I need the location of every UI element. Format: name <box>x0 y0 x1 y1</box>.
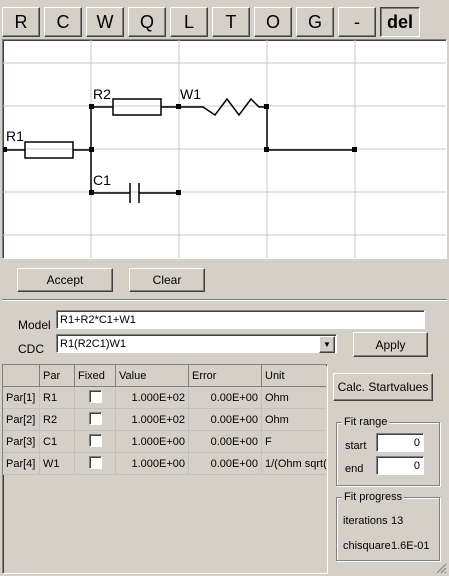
model-label: Model <box>18 318 51 332</box>
add-t-element-button[interactable]: T <box>212 7 250 37</box>
row-par: R2 <box>39 408 75 431</box>
resize-grip-icon[interactable] <box>435 562 447 574</box>
table-header: Par Fixed Value Error Unit <box>3 365 326 387</box>
table-row[interactable]: Par[2] R2 1.000E+02 0.00E+00 Ohm <box>3 408 326 431</box>
row-error: 0.00E+00 <box>188 408 262 431</box>
cdc-dropdown-arrow[interactable]: ▼ <box>319 336 335 353</box>
model-input[interactable]: R1+R2*C1+W1 <box>56 310 425 329</box>
row-value[interactable]: 1.000E+02 <box>115 408 189 431</box>
calc-startvalues-button[interactable]: Calc. Startvalues <box>333 373 433 401</box>
row-unit: F <box>261 430 326 453</box>
r2-label: R2 <box>93 86 111 102</box>
cdc-select[interactable]: R1(R2C1)W1 <box>56 334 337 353</box>
row-id: Par[4] <box>3 452 40 475</box>
fit-range-title: Fit range <box>342 416 390 428</box>
table-row[interactable]: Par[3] C1 1.000E+00 0.00E+00 F <box>3 430 326 453</box>
header-unit: Unit <box>261 365 326 387</box>
row-error: 0.00E+00 <box>188 430 262 453</box>
fixed-checkbox-cell <box>74 452 116 475</box>
resistor-r2-symbol <box>112 98 162 116</box>
w1-label: W1 <box>180 86 201 102</box>
row-error: 0.00E+00 <box>188 452 262 475</box>
apply-button[interactable]: Apply <box>353 332 428 357</box>
iterations-value: 13 <box>391 515 404 527</box>
row-value[interactable]: 1.000E+02 <box>115 386 189 409</box>
add-cpe-button[interactable]: Q <box>128 7 166 37</box>
r1-label: R1 <box>6 128 24 144</box>
canvas-grid <box>3 40 446 258</box>
add-warburg-button[interactable]: W <box>86 7 124 37</box>
accept-button[interactable]: Accept <box>17 268 113 292</box>
row-error: 0.00E+00 <box>188 386 262 409</box>
fit-range-group <box>336 422 440 486</box>
c1-label: C1 <box>93 172 111 188</box>
row-value[interactable]: 1.000E+00 <box>115 452 189 475</box>
chisquare-label: chisquare <box>343 540 391 552</box>
cdc-select-value: R1(R2C1)W1 <box>60 337 127 350</box>
start-input[interactable]: 0 <box>376 433 424 452</box>
row-id: Par[1] <box>3 386 40 409</box>
end-input[interactable]: 0 <box>376 456 424 475</box>
add-resistor-button[interactable]: R <box>2 7 40 37</box>
row-unit: Ohm <box>261 408 326 431</box>
circuit-canvas[interactable]: R1 R2 W1 C1 <box>2 39 447 259</box>
row-par: R1 <box>39 386 75 409</box>
row-par: W1 <box>39 452 75 475</box>
header-fixed: Fixed <box>74 365 116 387</box>
chevron-down-icon: ▼ <box>323 340 331 349</box>
start-label: start <box>345 440 367 452</box>
fixed-checkbox[interactable] <box>88 411 102 425</box>
header-value: Value <box>115 365 189 387</box>
header-error: Error <box>188 365 262 387</box>
row-unit: 1/(Ohm sqrt(H <box>261 452 326 475</box>
fixed-checkbox-cell <box>74 386 116 409</box>
clear-button[interactable]: Clear <box>129 268 205 292</box>
fixed-checkbox-cell <box>74 408 116 431</box>
resistor-r1-symbol <box>24 141 74 159</box>
parameter-table: Par Fixed Value Error Unit Par[1] R1 1.0… <box>2 364 328 574</box>
divider <box>2 299 447 301</box>
end-label: end <box>345 463 364 475</box>
table-row[interactable]: Par[1] R1 1.000E+02 0.00E+00 Ohm <box>3 386 326 409</box>
fixed-checkbox[interactable] <box>88 455 102 469</box>
row-unit: Ohm <box>261 386 326 409</box>
row-id: Par[2] <box>3 408 40 431</box>
header-corner <box>3 365 40 387</box>
table-row[interactable]: Par[4] W1 1.000E+00 0.00E+00 1/(Ohm sqrt… <box>3 452 326 475</box>
add-inductor-button[interactable]: L <box>170 7 208 37</box>
add-o-element-button[interactable]: O <box>254 7 292 37</box>
cdc-label: CDC <box>18 342 44 356</box>
fixed-checkbox[interactable] <box>88 389 102 403</box>
header-par: Par <box>39 365 75 387</box>
row-value[interactable]: 1.000E+00 <box>115 430 189 453</box>
delete-button[interactable]: del <box>380 7 420 37</box>
add-g-element-button[interactable]: G <box>296 7 334 37</box>
row-id: Par[3] <box>3 430 40 453</box>
row-par: C1 <box>39 430 75 453</box>
add-wire-button[interactable]: - <box>338 7 376 37</box>
circuit-diagram <box>3 40 446 258</box>
chisquare-value: 1.6E-01 <box>391 540 430 552</box>
add-capacitor-button[interactable]: C <box>44 7 82 37</box>
fixed-checkbox[interactable] <box>88 433 102 447</box>
fixed-checkbox-cell <box>74 430 116 453</box>
iterations-label: iterations <box>343 515 388 527</box>
fit-progress-title: Fit progress <box>342 491 405 503</box>
